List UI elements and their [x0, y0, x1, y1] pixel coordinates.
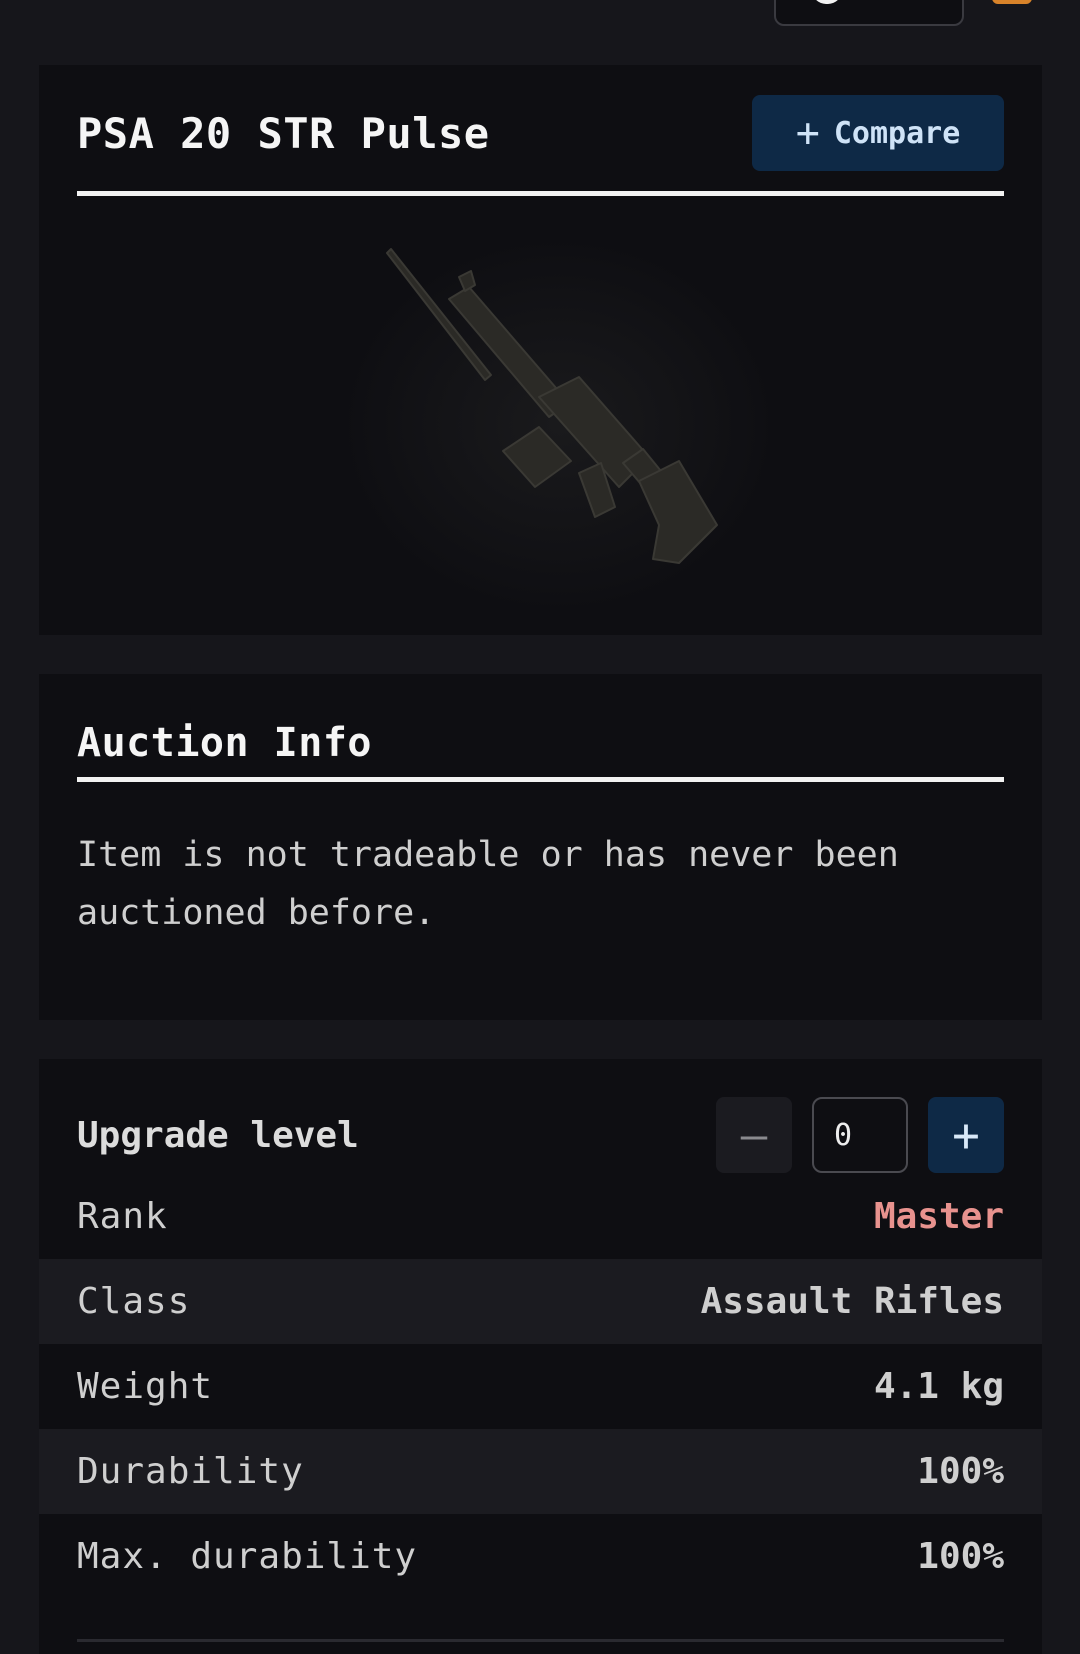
upgrade-level-input[interactable]: 0 — [812, 1097, 908, 1173]
stat-row-max-durability: Max. durability 100% — [39, 1514, 1042, 1599]
upgrade-level-row: Upgrade level — 0 + — [77, 1097, 1004, 1173]
upgrade-level-stepper: — 0 + — [716, 1097, 1004, 1173]
increment-button[interactable]: + — [928, 1097, 1004, 1173]
stats-card: Upgrade level — 0 + Rank Master Class As… — [39, 1059, 1042, 1654]
compare-label: Compare — [833, 115, 961, 151]
stat-label: Durability — [77, 1451, 304, 1492]
auction-heading: Auction Info — [77, 720, 372, 766]
menu-icon[interactable] — [992, 0, 1032, 4]
avatar-icon — [812, 0, 842, 4]
compare-button[interactable]: + Compare — [752, 95, 1004, 171]
rifle-image — [339, 235, 779, 615]
auction-header: Auction Info — [77, 714, 1004, 782]
stat-label: Rank — [77, 1196, 168, 1237]
stat-row-rank: Rank Master — [39, 1174, 1042, 1259]
upgrade-level-label: Upgrade level — [77, 1114, 359, 1156]
item-card: PSA 20 STR Pulse + Compare — [39, 65, 1042, 635]
top-toggle-button[interactable] — [774, 0, 964, 26]
stat-row-durability: Durability 100% — [39, 1429, 1042, 1514]
divider — [77, 1639, 1004, 1642]
stat-value: Master — [873, 1196, 1004, 1237]
stat-label: Weight — [77, 1366, 214, 1407]
stat-value: Assault Rifles — [700, 1281, 1004, 1322]
stat-row-class: Class Assault Rifles — [39, 1259, 1042, 1344]
stat-value: 4.1 kg — [873, 1366, 1004, 1407]
item-title: PSA 20 STR Pulse — [77, 109, 490, 158]
stat-label: Class — [77, 1281, 191, 1322]
decrement-button[interactable]: — — [716, 1097, 792, 1173]
stat-value: 100% — [917, 1451, 1004, 1492]
top-bar — [0, 0, 1080, 40]
stat-label: Max. durability — [77, 1536, 418, 1577]
stat-row-weight: Weight 4.1 kg — [39, 1344, 1042, 1429]
auction-card: Auction Info Item is not tradeable or ha… — [39, 674, 1042, 1020]
stat-value: 100% — [917, 1536, 1004, 1577]
item-image — [39, 225, 1042, 635]
plus-icon: + — [795, 110, 820, 156]
item-header: PSA 20 STR Pulse + Compare — [77, 95, 1004, 196]
auction-message: Item is not tradeable or has never been … — [77, 835, 899, 933]
